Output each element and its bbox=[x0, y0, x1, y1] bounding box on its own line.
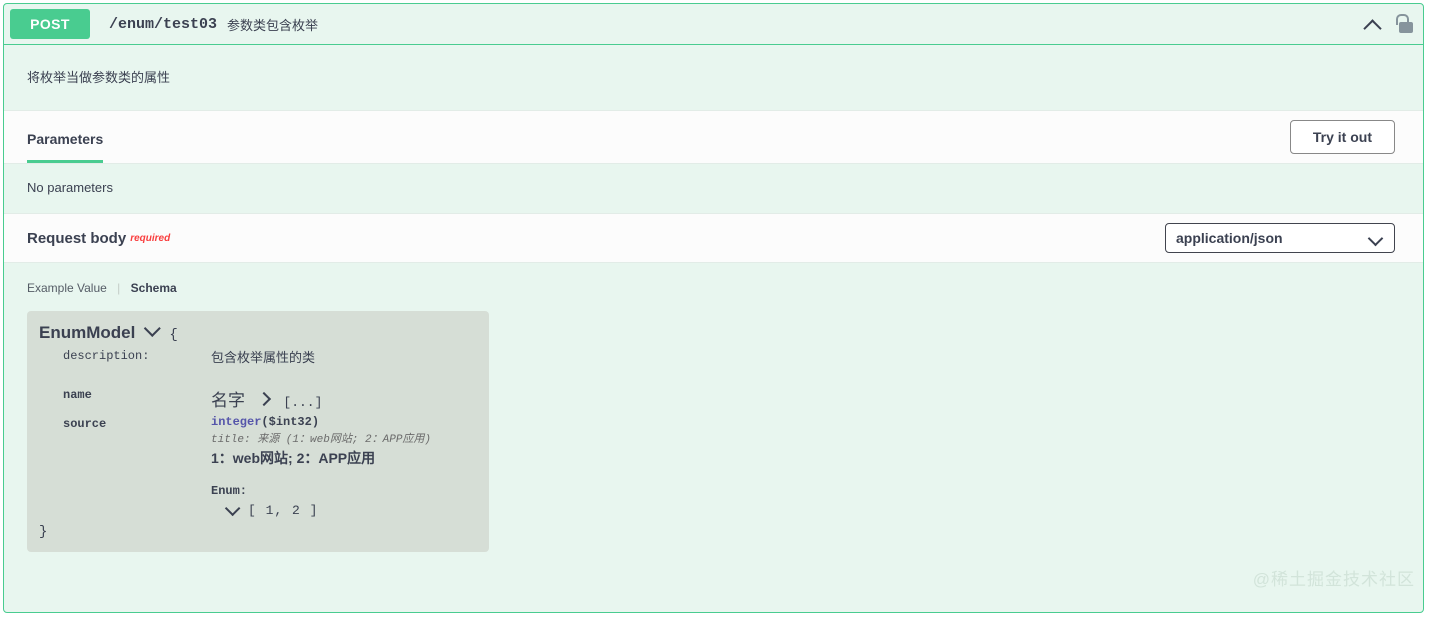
model-property-name: name 名字 [...] bbox=[39, 386, 489, 411]
chevron-right-icon[interactable] bbox=[257, 391, 272, 407]
request-body-header-section: Request body required application/json bbox=[4, 213, 1423, 263]
tab-example-value[interactable]: Example Value bbox=[27, 281, 107, 295]
operation-block-post-enum-test03: POST /enum/test03 参数类包含枚举 将枚举当做参数类的属性 Pa… bbox=[3, 3, 1424, 613]
model-open-brace: { bbox=[169, 327, 178, 343]
tab-divider: | bbox=[117, 281, 121, 295]
request-body-content: Example Value | Schema EnumModel { descr… bbox=[4, 263, 1423, 594]
request-body-header-row: Request body required application/json bbox=[4, 214, 1423, 262]
property-type-name: integer bbox=[211, 415, 262, 429]
model-close-brace: } bbox=[39, 524, 48, 540]
content-type-value: application/json bbox=[1176, 230, 1283, 246]
property-title-zh: 名字 bbox=[211, 391, 245, 410]
parameters-header-row: Parameters Try it out bbox=[4, 111, 1423, 163]
operation-description: 将枚举当做参数类的属性 bbox=[4, 45, 1423, 110]
property-type-format: ($int32) bbox=[261, 415, 320, 429]
request-body-title: Request body bbox=[27, 229, 127, 247]
required-badge: required bbox=[130, 232, 171, 244]
property-key: name bbox=[63, 388, 92, 402]
schema-model-box: EnumModel { description: 包含枚举属性的类 name 名… bbox=[27, 311, 489, 552]
property-key: description: bbox=[63, 349, 150, 363]
property-key: source bbox=[63, 417, 107, 431]
operation-path: /enum/test03 bbox=[109, 15, 218, 33]
collapsed-brackets: [...] bbox=[283, 395, 323, 410]
no-parameters-text: No parameters bbox=[4, 164, 1423, 213]
model-title-row: EnumModel { bbox=[39, 319, 489, 343]
example-schema-tabs: Example Value | Schema bbox=[27, 281, 1423, 295]
model-name: EnumModel bbox=[39, 323, 136, 342]
watermark-text: @稀土掘金技术社区 bbox=[1252, 570, 1415, 589]
chevron-up-icon[interactable] bbox=[1362, 13, 1384, 35]
parameters-header-section: Parameters Try it out bbox=[4, 110, 1423, 164]
property-enum-description: 1：web网站; 2：APP应用 bbox=[211, 450, 376, 466]
enum-values: [ 1, 2 ] bbox=[248, 503, 319, 518]
http-method-badge: POST bbox=[10, 9, 90, 39]
property-value: integer($int32) title: 来源 (1：web网站; 2：AP… bbox=[211, 415, 489, 518]
model-property-description: description: 包含枚举属性的类 bbox=[39, 347, 489, 366]
content-type-select[interactable]: application/json bbox=[1165, 223, 1395, 253]
padlock-body bbox=[1399, 22, 1413, 33]
tab-parameters[interactable]: Parameters bbox=[27, 111, 104, 163]
model-property-source: source integer($int32) title: 来源 (1：web网… bbox=[39, 415, 489, 518]
property-value: 名字 [...] bbox=[211, 386, 489, 411]
enum-values-row: [ 1, 2 ] bbox=[211, 500, 489, 518]
operation-summary-text: 参数类包含枚举 bbox=[227, 17, 319, 33]
enum-label: Enum: bbox=[211, 484, 248, 498]
operation-summary-header[interactable]: POST /enum/test03 参数类包含枚举 bbox=[4, 4, 1423, 45]
chevron-down-icon-model-toggle[interactable] bbox=[144, 319, 162, 337]
property-title-line: title: 来源 (1：web网站; 2：APP应用) bbox=[211, 434, 432, 446]
model-row-gap bbox=[39, 370, 489, 386]
property-type: integer($int32) bbox=[211, 415, 489, 429]
chevron-down-icon-enum[interactable] bbox=[224, 500, 241, 517]
tab-schema[interactable]: Schema bbox=[131, 281, 177, 295]
chevron-down-icon bbox=[1367, 230, 1384, 247]
property-value: 包含枚举属性的类 bbox=[211, 350, 316, 365]
try-it-out-button[interactable]: Try it out bbox=[1289, 120, 1395, 154]
unlocked-padlock-icon[interactable] bbox=[1396, 13, 1414, 35]
